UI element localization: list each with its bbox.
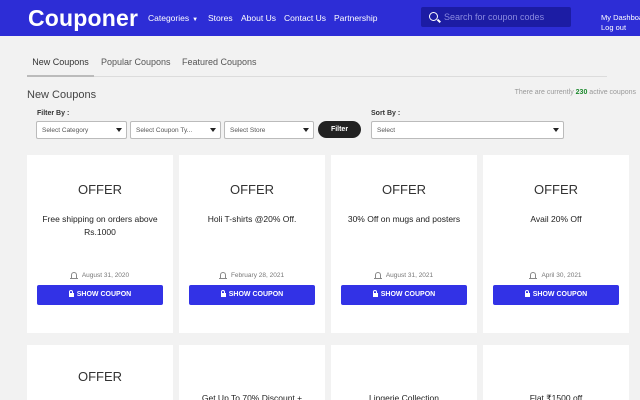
- select-category-value: Select Category: [42, 127, 89, 134]
- nav-about-us[interactable]: About Us: [241, 13, 276, 23]
- coupon-description: Lingerie Collection: [369, 393, 439, 400]
- dropdown-arrow-icon: [116, 128, 122, 132]
- show-coupon-button[interactable]: SHOW COUPON: [37, 285, 163, 305]
- coupon-card[interactable]: OFFER Holi T-shirts @20% Off. February 2…: [179, 155, 325, 333]
- coupon-expiry: August 31, 2021: [331, 272, 477, 279]
- coupon-date: April 30, 2021: [541, 272, 582, 279]
- filter-button[interactable]: Filter: [318, 121, 361, 138]
- coupon-expiry: April 30, 2021: [483, 272, 629, 279]
- count-number: 230: [575, 89, 588, 96]
- dropdown-arrow-icon: [210, 128, 216, 132]
- lock-icon: [220, 289, 226, 297]
- top-navigation-bar: Couponer Categories ▼ Stores About Us Con…: [0, 0, 640, 36]
- show-coupon-label: SHOW COUPON: [532, 291, 588, 298]
- coupon-date: February 28, 2021: [230, 272, 285, 279]
- lock-icon: [524, 289, 530, 297]
- coupon-card[interactable]: OFFER: [27, 345, 173, 400]
- select-store-value: Select Store: [230, 127, 266, 134]
- count-suffix: active coupons: [589, 89, 636, 96]
- filter-by-label: Filter By :: [37, 110, 70, 117]
- select-sort-value: Select: [377, 127, 396, 134]
- site-logo[interactable]: Couponer: [28, 5, 138, 32]
- show-coupon-label: SHOW COUPON: [76, 291, 132, 298]
- select-category[interactable]: Select Category: [36, 121, 127, 139]
- bell-icon: [529, 272, 538, 279]
- coupon-description: Avail 20% Off: [530, 214, 582, 224]
- dropdown-arrow-icon: [303, 128, 309, 132]
- select-store[interactable]: Select Store: [224, 121, 314, 139]
- select-coupon-type-value: Select Coupon Ty...: [136, 127, 193, 134]
- coupon-description: Get Up To 70% Discount +: [201, 393, 303, 400]
- nav-categories-label: Categories: [148, 13, 190, 23]
- show-coupon-button[interactable]: SHOW COUPON: [493, 285, 619, 305]
- count-prefix: There are currently: [514, 89, 574, 96]
- offer-label: OFFER: [533, 182, 579, 197]
- select-sort[interactable]: Select: [371, 121, 564, 139]
- offer-label: OFFER: [77, 369, 123, 384]
- show-coupon-label: SHOW COUPON: [380, 291, 436, 298]
- nav-contact-us[interactable]: Contact Us: [284, 13, 326, 23]
- bell-icon: [69, 272, 78, 279]
- coupon-card[interactable]: Flat ₹1500 off: [483, 345, 629, 400]
- coupon-expiry: February 28, 2021: [179, 272, 325, 279]
- coupon-card[interactable]: OFFER 30% Off on mugs and posters August…: [331, 155, 477, 333]
- my-dashboard-link[interactable]: My Dashboa: [601, 13, 640, 22]
- show-coupon-label: SHOW COUPON: [228, 291, 284, 298]
- coupon-description: Flat ₹1500 off: [529, 393, 583, 400]
- show-coupon-button[interactable]: SHOW COUPON: [189, 285, 315, 305]
- search-icon[interactable]: [429, 12, 438, 21]
- nav-categories[interactable]: Categories ▼: [148, 13, 198, 23]
- coupon-date: August 31, 2020: [81, 272, 130, 279]
- dropdown-arrow-icon: [553, 128, 559, 132]
- lock-icon: [372, 289, 378, 297]
- offer-label: OFFER: [77, 182, 123, 197]
- coupon-description: Holi T-shirts @20% Off.: [207, 214, 297, 224]
- caret-down-icon: ▼: [192, 17, 199, 23]
- coupon-card[interactable]: Get Up To 70% Discount +: [179, 345, 325, 400]
- search-box: [421, 7, 571, 27]
- active-coupon-count: There are currently 230 active coupons: [515, 89, 636, 96]
- logout-link[interactable]: Log out: [601, 23, 626, 32]
- coupon-tabs: New Coupons Popular Coupons Featured Cou…: [27, 53, 607, 77]
- coupon-card[interactable]: OFFER Avail 20% Off April 30, 2021 SHOW …: [483, 155, 629, 333]
- offer-label: OFFER: [229, 182, 275, 197]
- coupon-date: August 31, 2021: [385, 272, 434, 279]
- search-input[interactable]: [444, 10, 566, 24]
- sort-by-label: Sort By :: [371, 110, 401, 117]
- coupon-description: Free shipping on orders above Rs.1000: [42, 214, 158, 237]
- show-coupon-button[interactable]: SHOW COUPON: [341, 285, 467, 305]
- offer-label: OFFER: [381, 182, 427, 197]
- coupon-card[interactable]: OFFER Free shipping on orders above Rs.1…: [27, 155, 173, 333]
- nav-stores[interactable]: Stores: [208, 13, 233, 23]
- nav-partnership[interactable]: Partnership: [334, 13, 377, 23]
- tab-featured-coupons[interactable]: Featured Coupons: [182, 57, 257, 77]
- coupon-card[interactable]: Lingerie Collection: [331, 345, 477, 400]
- bell-icon: [373, 272, 382, 279]
- coupon-expiry: August 31, 2020: [27, 272, 173, 279]
- tab-new-coupons[interactable]: New Coupons: [27, 57, 94, 77]
- select-coupon-type[interactable]: Select Coupon Ty...: [130, 121, 221, 139]
- bell-icon: [218, 272, 227, 279]
- coupon-description: 30% Off on mugs and posters: [347, 214, 461, 224]
- lock-icon: [68, 289, 74, 297]
- tab-popular-coupons[interactable]: Popular Coupons: [101, 57, 171, 77]
- section-title: New Coupons: [27, 89, 97, 101]
